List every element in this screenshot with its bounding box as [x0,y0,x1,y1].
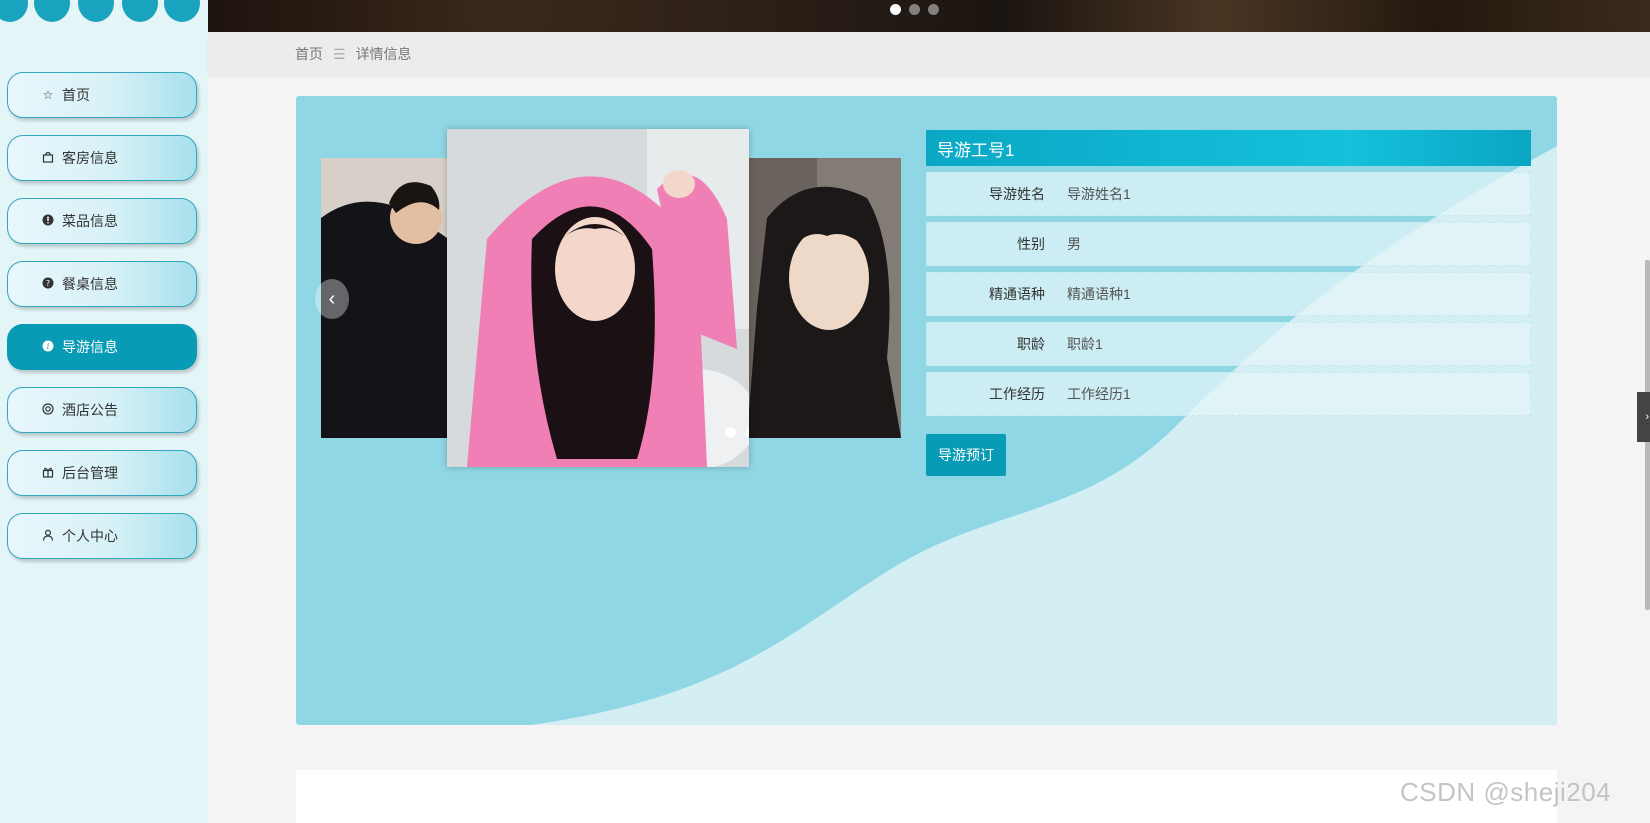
sidebar-item-label: 酒店公告 [62,402,118,418]
breadcrumb-home-link[interactable]: 首页 [295,44,323,64]
sidebar-item-label: 餐桌信息 [62,276,118,292]
info-label: 精通语种 [989,286,1045,302]
sidebar-item-label: 菜品信息 [62,213,118,229]
info-value: 精通语种1 [1067,286,1131,302]
sidebar-item-label: 后台管理 [62,465,118,481]
info-value: 导游姓名1 [1067,186,1131,202]
sidebar-item-profile[interactable]: 个人中心 [7,513,197,559]
info-row-languages: 精通语种 精通语种1 [926,272,1531,316]
lifebuoy-icon [40,402,56,418]
info-label: 职龄 [1017,336,1045,352]
detail-title-text: 导游工号1 [937,140,1015,160]
sidebar-item-rooms[interactable]: 客房信息 [7,135,197,181]
user-icon [40,529,56,544]
exclamation-circle-icon [40,214,56,229]
carousel-photo-next[interactable] [747,158,901,438]
sidebar-item-home[interactable]: ☆ 首页 [7,72,197,118]
info-label: 工作经历 [989,386,1045,402]
banner-dots [890,4,939,15]
sidebar-item-label: 个人中心 [62,528,118,544]
info-label: 导游姓名 [989,186,1045,202]
info-row-experience: 工作经历 工作经历1 [926,372,1531,416]
sidebar-item-label: 导游信息 [62,339,118,355]
image-carousel: ‹ [315,129,901,467]
banner-dot[interactable] [909,4,920,15]
info-label: 性别 [1017,236,1045,252]
chevron-right-icon: › [1645,411,1649,423]
book-guide-button[interactable]: 导游预订 [926,434,1006,476]
breadcrumb-current: 详情信息 [355,46,412,62]
sidebar-scallop-decoration [0,0,208,24]
svg-text:?: ? [46,279,50,288]
sidebar-item-label: 首页 [62,87,90,103]
carousel-dot[interactable] [745,427,749,438]
detail-title: 导游工号1 [926,130,1531,166]
banner-dot[interactable] [890,4,901,15]
carousel-prev-button[interactable]: ‹ [315,279,349,319]
top-banner-carousel [208,0,1650,32]
gift-icon [40,466,56,481]
lower-content-card [296,770,1557,823]
chevron-left-icon: ‹ [328,287,336,310]
detail-panel: ‹ 导游工号1 导游姓名 导游姓名1 性别 男 精通语种 精通语种1 职龄 职龄… [296,96,1557,725]
sidebar-item-admin[interactable]: 后台管理 [7,450,197,496]
info-value: 男 [1067,236,1081,252]
info-value: 工作经历1 [1067,386,1131,402]
sidebar-item-label: 客房信息 [62,150,118,166]
sidebar-item-tables[interactable]: ? 餐桌信息 [7,261,197,307]
sidebar-item-notices[interactable]: 酒店公告 [7,387,197,433]
info-circle-icon: i [40,340,56,355]
info-value: 职龄1 [1067,336,1103,352]
carousel-dots [725,427,749,438]
info-row-seniority: 职龄 职龄1 [926,322,1531,366]
info-row-gender: 性别 男 [926,222,1531,266]
star-icon: ☆ [42,88,54,102]
sidebar-item-dishes[interactable]: 菜品信息 [7,198,197,244]
bag-icon [40,151,56,166]
breadcrumb-separator: ☰ [333,45,346,62]
question-circle-icon: ? [40,277,56,292]
detail-info: 导游工号1 导游姓名 导游姓名1 性别 男 精通语种 精通语种1 职龄 职龄1 … [926,130,1531,476]
breadcrumb: 首页 ☰ 详情信息 [208,32,1650,76]
svg-text:i: i [47,342,50,351]
info-row-name: 导游姓名 导游姓名1 [926,172,1531,216]
sidebar-nav: ☆ 首页 客房信息 菜品信息 ? 餐桌信息 i 导游信息 酒店公告 后台管理 个… [7,72,197,576]
side-collapse-tab[interactable]: › [1637,392,1650,442]
carousel-photo-current[interactable] [447,129,749,467]
banner-dot[interactable] [928,4,939,15]
sidebar-item-guides[interactable]: i 导游信息 [7,324,197,370]
carousel-dot[interactable] [725,427,736,438]
watermark-text: CSDN @sheji204 [1400,777,1612,807]
sidebar: ☆ 首页 客房信息 菜品信息 ? 餐桌信息 i 导游信息 酒店公告 后台管理 个… [0,0,208,823]
